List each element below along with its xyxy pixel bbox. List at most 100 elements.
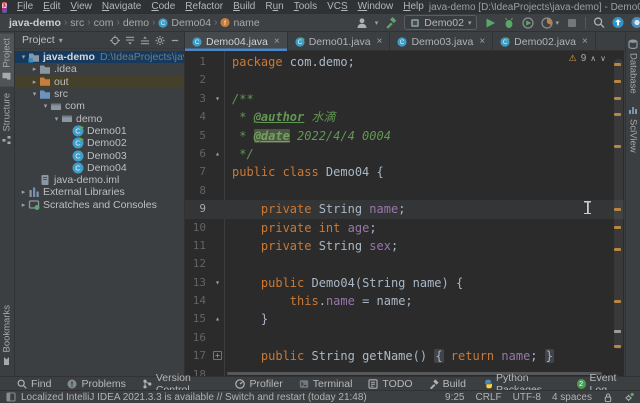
tree-item-scratches-and-consoles[interactable]: ▸ Scratches and Consoles: [15, 199, 184, 211]
tree-item-com[interactable]: ▾ com: [15, 100, 184, 112]
chevron-down-icon[interactable]: ▾: [41, 102, 50, 110]
chevron-right-icon[interactable]: ▸: [19, 201, 28, 209]
indent-setting[interactable]: 4 spaces: [552, 392, 592, 403]
warning-stripe-mark[interactable]: [614, 80, 621, 83]
close-icon[interactable]: ×: [479, 36, 485, 47]
profiler-dropdown-icon[interactable]: ▾: [555, 19, 559, 27]
tree-item-java-demo[interactable]: ▾ java-demo D:\IdeaProjects\java-demo: [15, 51, 184, 64]
code-line-9[interactable]: 9 private String name;: [185, 200, 624, 219]
run-button[interactable]: [484, 17, 496, 29]
editor-tab-demo01-java[interactable]: C Demo01.java ×: [288, 32, 391, 51]
code-line-12[interactable]: 12: [185, 255, 624, 273]
tool-button-python-packages[interactable]: Python Packages: [474, 372, 577, 396]
coverage-button[interactable]: [522, 16, 535, 29]
breadcrumb-item-demo04[interactable]: C Demo04: [157, 17, 212, 29]
warning-stripe-mark[interactable]: [614, 113, 621, 116]
tree-item-demo04[interactable]: C Demo04: [15, 162, 184, 174]
locate-icon[interactable]: [110, 35, 120, 45]
close-icon[interactable]: ×: [377, 36, 383, 47]
code-line-8[interactable]: 8: [185, 182, 624, 200]
code-line-7[interactable]: 7 public class Demo04 {: [185, 163, 624, 181]
code-line-16[interactable]: 16: [185, 329, 624, 347]
tree-item-demo02[interactable]: C Demo02: [15, 137, 184, 149]
code-line-14[interactable]: 14 this.name = name;: [185, 292, 624, 310]
gear-icon[interactable]: [155, 35, 165, 45]
menu-edit[interactable]: Edit: [38, 0, 65, 14]
warning-stripe-mark[interactable]: [614, 63, 621, 66]
hide-panel-icon[interactable]: [170, 35, 180, 45]
code-line-13[interactable]: 13 ▾ public Demo04(String name) {: [185, 274, 624, 292]
code-line-2[interactable]: 2: [185, 71, 624, 89]
menu-file[interactable]: File: [12, 0, 38, 14]
code-editor[interactable]: 1 package com.demo; 2 3 ▾/** 4 * @author 水滴 5 …: [185, 51, 624, 376]
menu-run[interactable]: Run: [260, 0, 288, 14]
toolwindow-switcher-icon[interactable]: [6, 392, 16, 402]
tool-stripe-structure[interactable]: Structure: [0, 89, 14, 151]
run-configuration-select[interactable]: Demo02 ▾: [404, 15, 478, 30]
status-message[interactable]: Localized IntelliJ IDEA 2021.3.3 is avai…: [21, 392, 367, 403]
inspections-widget[interactable]: ⚠ 9 ∧ ∨: [569, 53, 606, 64]
code-line-1[interactable]: 1 package com.demo;: [185, 53, 624, 71]
warning-stripe-mark[interactable]: [614, 345, 621, 348]
warning-stripe-mark[interactable]: [614, 300, 621, 303]
menu-window[interactable]: Window: [353, 0, 399, 14]
file-encoding[interactable]: UTF-8: [513, 392, 541, 403]
fold-open-icon[interactable]: ▾: [211, 90, 224, 108]
warning-stripe-mark[interactable]: [614, 145, 621, 148]
code-line-5[interactable]: 5 * @date 2022/4/4 0004: [185, 127, 624, 145]
tool-stripe-bookmarks[interactable]: Bookmarks: [0, 301, 14, 372]
code-line-15[interactable]: 15 ▴ }: [185, 310, 624, 328]
close-icon[interactable]: ×: [274, 36, 280, 47]
menu-code[interactable]: Code: [146, 0, 180, 14]
build-hammer-icon[interactable]: [385, 16, 397, 29]
tree-item-external-libraries[interactable]: ▸ External Libraries: [15, 186, 184, 198]
editor-tab-demo02-java[interactable]: C Demo02.java ×: [493, 32, 596, 51]
project-panel-title[interactable]: Project: [22, 34, 55, 46]
search-everywhere-icon[interactable]: [593, 17, 605, 29]
tree-item-java-demo-iml[interactable]: java-demo.iml: [15, 174, 184, 186]
tree-item-demo01[interactable]: C Demo01: [15, 125, 184, 137]
chevron-down-icon[interactable]: ▾: [59, 36, 63, 45]
tool-button-problems[interactable]: Problems: [59, 377, 133, 391]
expand-all-icon[interactable]: [125, 35, 135, 45]
fold-close-icon[interactable]: ▴: [211, 310, 224, 328]
warning-stripe-mark[interactable]: [614, 97, 621, 100]
avatar-dropdown-icon[interactable]: ▾: [375, 19, 379, 27]
code-line-4[interactable]: 4 * @author 水滴: [185, 108, 624, 126]
vertical-scrollbar[interactable]: [614, 59, 623, 349]
menu-refactor[interactable]: Refactor: [180, 0, 228, 14]
code-line-17[interactable]: 17 + public String getName() { return nam…: [185, 347, 624, 365]
warning-stripe-mark[interactable]: [614, 226, 621, 229]
line-separator[interactable]: CRLF: [476, 392, 502, 403]
prev-warning-icon[interactable]: ∧: [590, 54, 596, 63]
chevron-down-icon[interactable]: ▾: [30, 90, 39, 98]
plugin-icon[interactable]: [631, 16, 640, 29]
code-line-11[interactable]: 11 private String sex;: [185, 237, 624, 255]
fold-close-icon[interactable]: ▴: [211, 145, 224, 163]
warning-stripe-mark[interactable]: [614, 248, 621, 251]
tree-item--idea[interactable]: ▸ .idea: [15, 63, 184, 75]
tool-button-find[interactable]: Find: [9, 377, 59, 391]
menu-view[interactable]: View: [65, 0, 97, 14]
tool-stripe-database[interactable]: Database: [626, 34, 640, 98]
warning-stripe-mark[interactable]: [614, 208, 621, 211]
tool-button-build[interactable]: Build: [421, 377, 474, 391]
breadcrumb-item-name[interactable]: f name: [219, 17, 260, 29]
chevron-right-icon[interactable]: ▸: [30, 78, 39, 86]
update-icon[interactable]: [612, 16, 624, 29]
tool-button-profiler[interactable]: Profiler: [227, 377, 290, 391]
stripe-mark[interactable]: [614, 330, 621, 333]
code-line-10[interactable]: 10 private int age;: [185, 219, 624, 237]
breadcrumb-item-java-demo[interactable]: java-demo: [8, 17, 62, 29]
fold-open-icon[interactable]: ▾: [211, 274, 224, 292]
tree-item-out[interactable]: ▸ out: [15, 75, 184, 88]
avatar-icon[interactable]: [356, 17, 368, 29]
chevron-down-icon[interactable]: ▾: [19, 53, 28, 61]
tree-item-demo03[interactable]: C Demo03: [15, 149, 184, 162]
next-warning-icon[interactable]: ∨: [600, 54, 606, 63]
gear-badge-icon[interactable]: [624, 392, 634, 402]
breadcrumb-item-com[interactable]: com: [93, 17, 115, 29]
chevron-right-icon[interactable]: ▸: [30, 65, 39, 73]
editor-tab-demo03-java[interactable]: C Demo03.java ×: [390, 32, 494, 51]
menu-help[interactable]: Help: [398, 0, 429, 14]
